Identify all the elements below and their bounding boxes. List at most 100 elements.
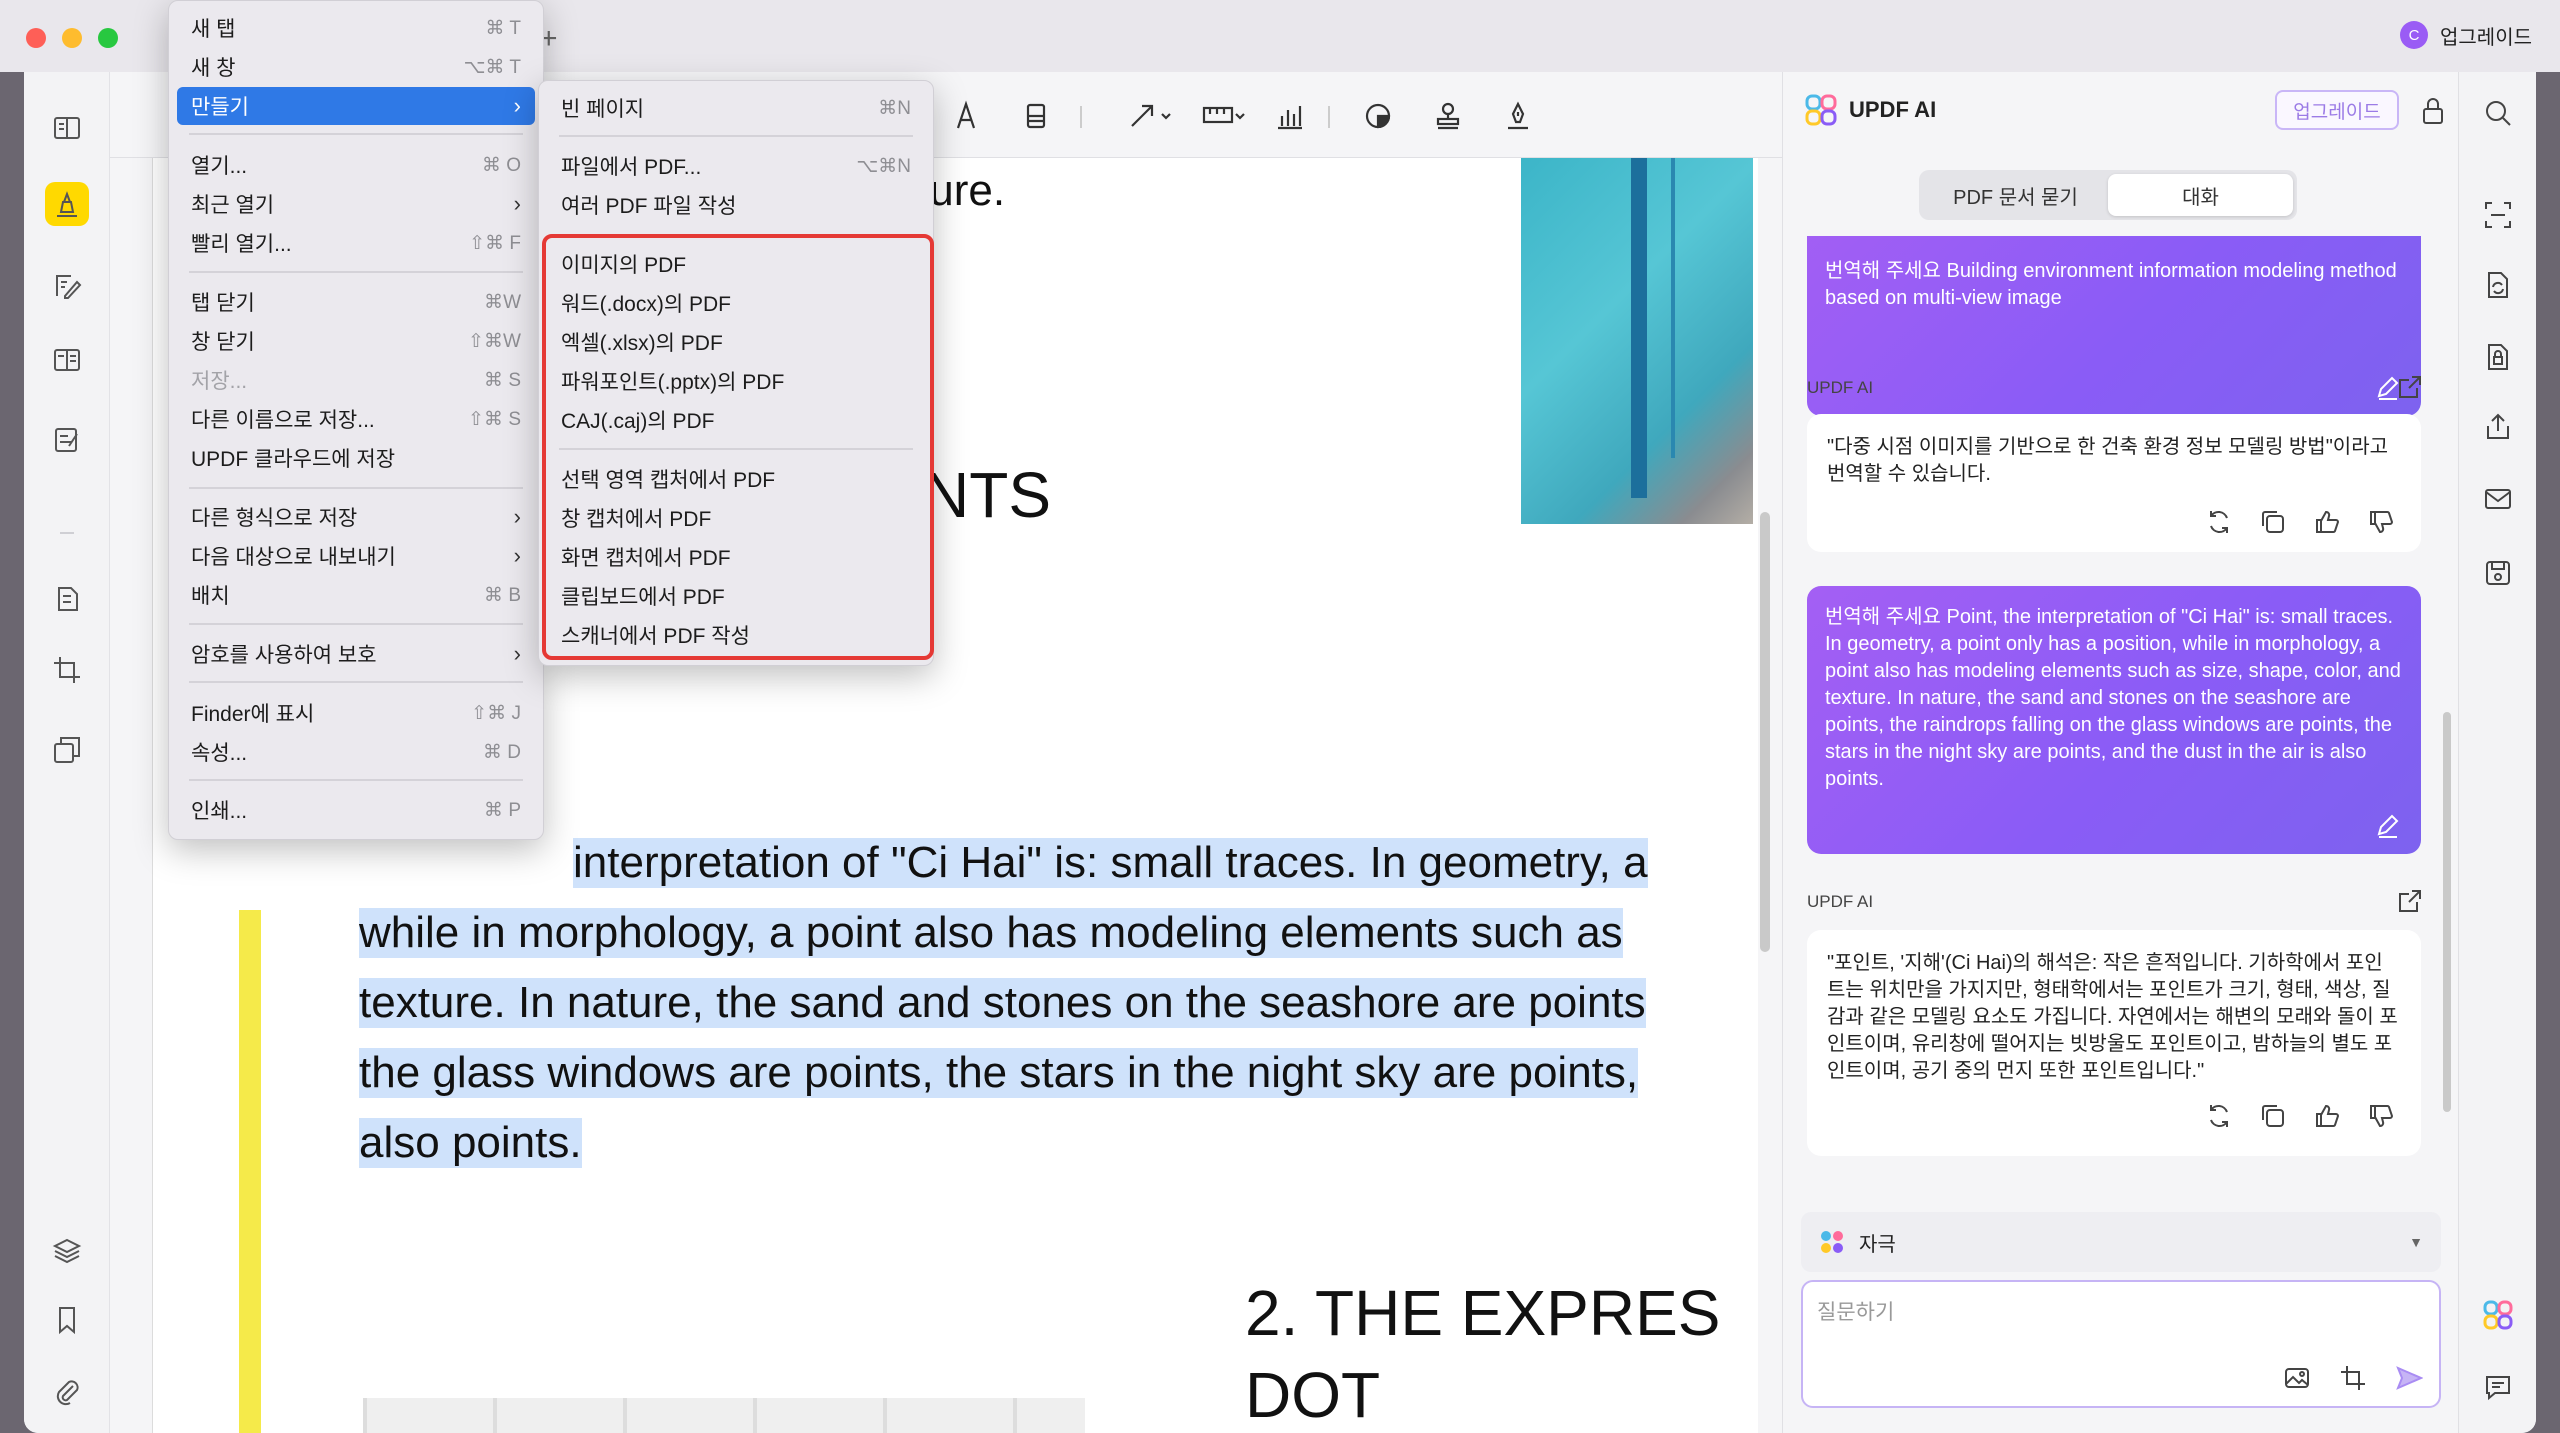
menu-item-batch[interactable]: 배치 ⌘ B: [177, 576, 535, 614]
batch-icon[interactable]: [45, 728, 89, 772]
bookmark-icon[interactable]: [45, 1298, 89, 1342]
chart-icon[interactable]: [1270, 96, 1310, 136]
minimize-window-button[interactable]: [62, 28, 82, 48]
comment-icon[interactable]: [2481, 1370, 2515, 1404]
ai-upgrade-button[interactable]: 업그레이드: [2275, 90, 2399, 130]
lock-icon[interactable]: [2419, 96, 2447, 126]
document-tile-image: [363, 1398, 1085, 1433]
ask-input[interactable]: 질문하기: [1801, 1280, 2441, 1408]
signature-icon[interactable]: [1498, 96, 1538, 136]
ai-panel-scrollbar[interactable]: [2443, 712, 2451, 1112]
search-icon[interactable]: [2481, 96, 2515, 130]
protect-icon[interactable]: [2481, 340, 2515, 374]
menu-item-close-tab[interactable]: 탭 닫기 ⌘W: [177, 283, 535, 321]
avatar: C: [2400, 21, 2428, 49]
menu-item-blank-page[interactable]: 빈 페이지 ⌘N: [547, 89, 925, 127]
ocr-icon[interactable]: [2481, 198, 2515, 232]
ai-message-label: UPDF AI: [1807, 892, 1874, 911]
reader-icon[interactable]: [45, 106, 89, 150]
ai-message-label: UPDF AI: [1807, 378, 1874, 397]
menu-item-export-to[interactable]: 다음 대상으로 내보내기 ›: [177, 537, 535, 575]
open-external-icon[interactable]: [2397, 888, 2423, 914]
menu-item-create[interactable]: 만들기 ›: [177, 87, 535, 125]
menu-item-open-recent[interactable]: 최근 열기 ›: [177, 185, 535, 223]
document-vertical-scrollbar[interactable]: [1760, 512, 1770, 952]
document-paragraph-line[interactable]: interpretation of "Ci Hai" is: small tra…: [573, 838, 1648, 888]
text-tool-icon[interactable]: [946, 96, 986, 136]
highlight-annotation-bar[interactable]: [239, 910, 261, 1433]
form-icon[interactable]: [45, 418, 89, 462]
compress-icon[interactable]: [45, 576, 89, 620]
document-photo: [1521, 158, 1753, 524]
stamp-line-icon[interactable]: [1016, 96, 1056, 136]
chevron-right-icon: ›: [513, 543, 521, 568]
ai-mode-tabs: PDF 문서 묻기 대화: [1919, 170, 2297, 220]
email-icon[interactable]: [2481, 482, 2515, 516]
updf-ai-logo-icon: [1805, 94, 1837, 126]
document-section-heading-2: DOT: [1245, 1359, 1381, 1431]
layers-icon[interactable]: [45, 1228, 89, 1272]
highlighter-icon[interactable]: [45, 182, 89, 226]
right-sidebar: [2458, 72, 2536, 1433]
tab-chat[interactable]: 대화: [2108, 174, 2293, 216]
document-section-heading: 2. THE EXPRES: [1245, 1277, 1721, 1349]
document-paragraph-line[interactable]: texture. In nature, the sand and stones …: [359, 978, 1646, 1028]
thumbs-up-icon[interactable]: [2313, 508, 2341, 536]
document-paragraph-line[interactable]: while in morphology, a point also has mo…: [359, 908, 1623, 958]
menu-item-close-window[interactable]: 창 닫기 ⇧⌘W: [177, 322, 535, 360]
shape-icon[interactable]: [1358, 96, 1398, 136]
menu-item-save-as[interactable]: 다른 이름으로 저장... ⇧⌘ S: [177, 400, 535, 438]
ai-panel-header: UPDF AI: [1805, 94, 1936, 126]
thumbs-down-icon[interactable]: [2367, 508, 2395, 536]
thumbs-up-icon[interactable]: [2313, 1102, 2341, 1130]
zoom-window-button[interactable]: [98, 28, 118, 48]
account-upgrade[interactable]: C 업그레이드: [2400, 18, 2532, 52]
ai-model-selector[interactable]: 자극 ▼: [1801, 1212, 2441, 1272]
edit-message-icon[interactable]: [2375, 812, 2401, 838]
user-message-text: 번역해 주세요 Point, the interpretation of "Ci…: [1825, 606, 2401, 790]
regenerate-icon[interactable]: [2205, 1102, 2233, 1130]
menu-item-pdf-from-file[interactable]: 파일에서 PDF... ⌥⌘N: [547, 147, 925, 185]
user-message-text: 번역해 주세요 Building environment information…: [1825, 260, 2397, 309]
menu-item-new-tab[interactable]: 새 탭 ⌘ T: [177, 9, 535, 47]
chevron-right-icon: ›: [513, 641, 521, 666]
document-paragraph-line[interactable]: the glass windows are points, the stars …: [359, 1048, 1639, 1098]
ai-message-actions: [2205, 1102, 2395, 1130]
menu-item-save-as-other[interactable]: 다른 형식으로 저장 ›: [177, 498, 535, 536]
menu-item-quick-open[interactable]: 빨리 열기... ⇧⌘ F: [177, 224, 535, 262]
crop-icon[interactable]: [45, 648, 89, 692]
left-sidebar: [24, 72, 110, 1433]
menu-item-combine-pdfs[interactable]: 여러 PDF 파일 작성: [547, 186, 925, 224]
close-window-button[interactable]: [26, 28, 46, 48]
tab-ask-pdf[interactable]: PDF 문서 묻기: [1923, 174, 2108, 216]
thumbs-down-icon[interactable]: [2367, 1102, 2395, 1130]
attachment-icon[interactable]: [45, 1370, 89, 1414]
save-icon[interactable]: [2481, 556, 2515, 590]
menu-item-new-window[interactable]: 새 창 ⌥⌘ T: [177, 48, 535, 86]
open-external-icon[interactable]: [2397, 374, 2423, 400]
copy-icon[interactable]: [2259, 1102, 2287, 1130]
edit-pdf-icon[interactable]: [45, 264, 89, 308]
menu-item-show-in-finder[interactable]: Finder에 표시 ⇧⌘ J: [177, 694, 535, 732]
screenshot-crop-icon[interactable]: [2339, 1364, 2367, 1392]
arrow-icon[interactable]: [1120, 96, 1180, 136]
menu-item-protect-password[interactable]: 암호를 사용하여 보호 ›: [177, 635, 535, 673]
file-menu: 새 탭 ⌘ T 새 창 ⌥⌘ T 만들기 › 열기... ⌘ O 최근 열기 › 빨리 열…: [168, 0, 544, 840]
menu-item-properties[interactable]: 속성... ⌘ D: [177, 733, 535, 771]
ai-message-actions: [2205, 508, 2395, 536]
convert-icon[interactable]: [2481, 268, 2515, 302]
updf-ai-icon[interactable]: [2481, 1298, 2515, 1332]
organize-pages-icon[interactable]: [45, 338, 89, 382]
share-icon[interactable]: [2481, 410, 2515, 444]
image-upload-icon[interactable]: [2283, 1364, 2311, 1392]
menu-item-save-to-cloud[interactable]: UPDF 클라우드에 저장: [177, 439, 535, 477]
regenerate-icon[interactable]: [2205, 508, 2233, 536]
menu-item-print[interactable]: 인쇄... ⌘ P: [177, 791, 535, 829]
document-heading-fragment: NTS: [923, 459, 1051, 531]
copy-icon[interactable]: [2259, 508, 2287, 536]
menu-item-open[interactable]: 열기... ⌘ O: [177, 146, 535, 184]
stamp-icon[interactable]: [1428, 96, 1468, 136]
document-paragraph-line[interactable]: also points.: [359, 1118, 582, 1168]
measure-icon[interactable]: [1194, 96, 1254, 136]
send-icon[interactable]: [2395, 1364, 2423, 1392]
